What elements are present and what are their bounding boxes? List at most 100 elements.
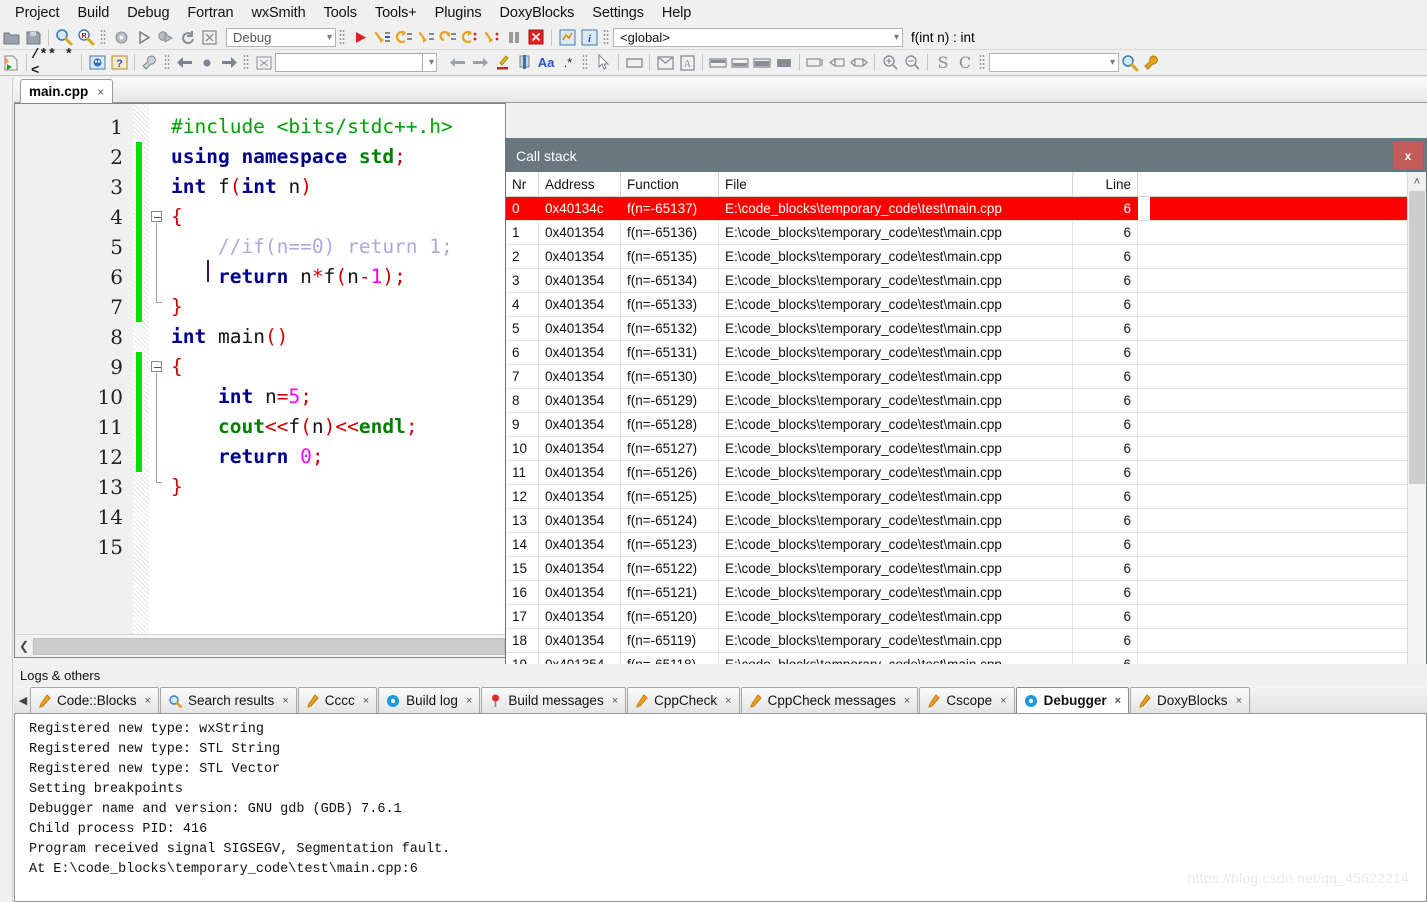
- toolbar-grip-doxy[interactable]: [979, 54, 986, 71]
- call-stack-row[interactable]: 10 0x401354 f(n=-65127) E:\code_blocks\temp…: [506, 437, 1407, 461]
- doxy-wrench-icon[interactable]: [1141, 52, 1163, 73]
- fold-gutter[interactable]: [149, 104, 167, 634]
- menu-item-plugins[interactable]: Plugins: [426, 3, 491, 23]
- debug-continue-icon[interactable]: [349, 27, 371, 48]
- code-line[interactable]: int f(int n): [167, 172, 505, 202]
- call-stack-row[interactable]: 14 0x401354 f(n=-65123) E:\code_blocks\temp…: [506, 533, 1407, 557]
- toolbar-grip-debug[interactable]: [339, 28, 346, 46]
- call-stack-row[interactable]: 12 0x401354 f(n=-65125) E:\code_blocks\temp…: [506, 485, 1407, 509]
- code-text[interactable]: #include <bits/stdc++.h> using namespace …: [167, 104, 505, 634]
- close-icon[interactable]: ×: [612, 695, 618, 707]
- fold-toggle-main[interactable]: [151, 361, 162, 372]
- rebuild-icon[interactable]: [176, 27, 198, 48]
- code-line[interactable]: [167, 532, 505, 562]
- call-stack-row[interactable]: 0 0x40134c f(n=-65137) E:\code_blocks\tempo…: [506, 197, 1407, 221]
- debug-next-line-icon[interactable]: [393, 27, 415, 48]
- clear-icon[interactable]: [253, 52, 275, 73]
- call-stack-row[interactable]: 9 0x401354 f(n=-65128) E:\code_blocks\tempo…: [506, 413, 1407, 437]
- menu-item-debug[interactable]: Debug: [118, 3, 178, 23]
- call-stack-row[interactable]: 1 0x401354 f(n=-65136) E:\code_blocks\tempo…: [506, 221, 1407, 245]
- goto-prev-icon[interactable]: [447, 52, 469, 73]
- debug-next-instruction-icon[interactable]: [459, 27, 481, 48]
- close-icon[interactable]: ×: [145, 695, 151, 707]
- run-icon[interactable]: [132, 27, 154, 48]
- column-header-address[interactable]: Address: [539, 172, 621, 196]
- build-icon[interactable]: [110, 27, 132, 48]
- close-icon[interactable]: ×: [466, 695, 472, 707]
- panel-fill-icon[interactable]: [751, 52, 773, 73]
- close-icon[interactable]: ×: [97, 85, 104, 99]
- log-tab-code-blocks[interactable]: Code::Blocks ×: [30, 687, 159, 713]
- vscroll-track[interactable]: [1408, 191, 1426, 664]
- class-icon[interactable]: C: [954, 52, 976, 73]
- log-tab-debugger[interactable]: Debugger ×: [1015, 687, 1130, 713]
- editor-horizontal-scrollbar[interactable]: ❮: [15, 634, 505, 657]
- search-input[interactable]: [275, 53, 423, 72]
- help-icon[interactable]: ?: [108, 52, 130, 73]
- close-icon[interactable]: ×: [1115, 695, 1121, 707]
- debug-step-into-instruction-icon[interactable]: [481, 27, 503, 48]
- highlight-icon[interactable]: [491, 52, 513, 73]
- close-icon[interactable]: ×: [1000, 695, 1006, 707]
- comment-block-icon[interactable]: /** *<: [31, 47, 77, 79]
- match-case-icon[interactable]: Aa: [535, 52, 557, 73]
- pointer-icon[interactable]: [592, 52, 614, 73]
- code-line[interactable]: int main(): [167, 322, 505, 352]
- close-icon[interactable]: ×: [363, 695, 369, 707]
- call-stack-row[interactable]: 18 0x401354 f(n=-65119) E:\code_blocks\temp…: [506, 629, 1407, 653]
- regex-icon[interactable]: .*: [557, 52, 579, 73]
- call-stack-vertical-scrollbar[interactable]: ˄ ˅: [1407, 172, 1426, 683]
- log-tab-search-results[interactable]: Search results ×: [159, 687, 297, 713]
- toolbar-grip-scope[interactable]: [603, 28, 610, 46]
- call-stack-row[interactable]: 4 0x401354 f(n=-65133) E:\code_blocks\tempo…: [506, 293, 1407, 317]
- call-stack-row[interactable]: 13 0x401354 f(n=-65124) E:\code_blocks\temp…: [506, 509, 1407, 533]
- call-stack-row[interactable]: 15 0x401354 f(n=-65122) E:\code_blocks\temp…: [506, 557, 1407, 581]
- menu-item-doxyblocks[interactable]: DoxyBlocks: [491, 3, 584, 23]
- code-line[interactable]: [167, 502, 505, 532]
- code-line[interactable]: int n=5;: [167, 382, 505, 412]
- editor-tab-main-cpp[interactable]: main.cpp ×: [20, 79, 114, 104]
- log-tab-cppcheck-messages[interactable]: CppCheck messages ×: [740, 687, 919, 713]
- menu-item-tools[interactable]: Tools: [315, 3, 366, 23]
- debug-info-icon[interactable]: i: [578, 27, 600, 48]
- log-tab-cppcheck[interactable]: CppCheck ×: [627, 687, 740, 713]
- goto-next-icon[interactable]: [469, 52, 491, 73]
- call-stack-row[interactable]: 11 0x401354 f(n=-65126) E:\code_blocks\temp…: [506, 461, 1407, 485]
- debug-break-icon[interactable]: [503, 27, 525, 48]
- panel-solid-icon[interactable]: [773, 52, 795, 73]
- column-header-line[interactable]: Line: [1073, 172, 1138, 196]
- toolbar-grip-search[interactable]: [243, 54, 250, 71]
- code-line[interactable]: return 0;: [167, 442, 505, 472]
- align-left-icon[interactable]: [826, 52, 848, 73]
- hscroll-thumb[interactable]: [33, 637, 505, 655]
- column-header-function[interactable]: Function: [621, 172, 719, 196]
- log-tab-doxyblocks[interactable]: DoxyBlocks ×: [1130, 687, 1250, 713]
- debug-step-out-icon[interactable]: [437, 27, 459, 48]
- tab-scroll-left-icon[interactable]: ◀: [16, 687, 30, 713]
- toolbar-grip-nav[interactable]: [164, 54, 171, 71]
- column-header-file[interactable]: File: [719, 172, 1073, 196]
- toolbar-grip-wx[interactable]: [582, 54, 589, 71]
- code-line[interactable]: cout<<f(n)<<endl;: [167, 412, 505, 442]
- build-target-combo[interactable]: Debug ▾: [226, 27, 336, 47]
- marker-gutter[interactable]: [133, 104, 149, 634]
- call-stack-row[interactable]: 2 0x401354 f(n=-65135) E:\code_blocks\tempo…: [506, 245, 1407, 269]
- call-stack-row[interactable]: 3 0x401354 f(n=-65134) E:\code_blocks\tempo…: [506, 269, 1407, 293]
- close-icon[interactable]: ×: [1236, 695, 1242, 707]
- call-stack-row[interactable]: 17 0x401354 f(n=-65120) E:\code_blocks\temp…: [506, 605, 1407, 629]
- call-stack-row[interactable]: 16 0x401354 f(n=-65121) E:\code_blocks\temp…: [506, 581, 1407, 605]
- call-stack-row[interactable]: 6 0x401354 f(n=-65131) E:\code_blocks\tempo…: [506, 341, 1407, 365]
- log-tab-cscope[interactable]: Cscope ×: [919, 687, 1015, 713]
- log-tab-build-messages[interactable]: Build messages ×: [481, 687, 627, 713]
- textctrl-icon[interactable]: A: [676, 52, 698, 73]
- column-header-nr[interactable]: Nr: [506, 172, 539, 196]
- zoom-out-icon[interactable]: [901, 52, 923, 73]
- call-stack-grid[interactable]: Nr Address Function File Line 0 0x40134c f…: [506, 172, 1407, 683]
- code-line[interactable]: {: [167, 202, 505, 232]
- code-line[interactable]: }: [167, 292, 505, 322]
- build-and-run-icon[interactable]: [154, 27, 176, 48]
- scope-combo[interactable]: <global> ▾: [613, 27, 903, 47]
- code-area[interactable]: 1 2 3 4 5 6 7 8 9 10 11 12 13 14 15 #include <bits/std…: [15, 104, 505, 634]
- mail-icon[interactable]: [654, 52, 676, 73]
- menu-item-settings[interactable]: Settings: [583, 3, 653, 23]
